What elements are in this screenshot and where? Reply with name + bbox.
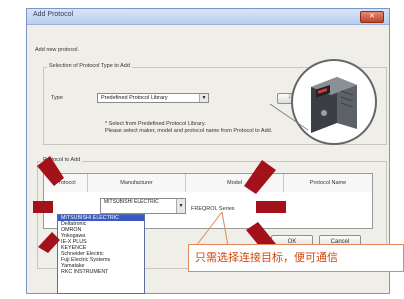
- arrow-top-right: [244, 160, 276, 194]
- arrow-bottom-left: [38, 232, 60, 253]
- arrow-left: [33, 201, 53, 213]
- callout-leader: [195, 211, 223, 247]
- callout-box: 只需选择连接目标，便可通信: [188, 244, 404, 272]
- arrow-right: [256, 201, 286, 213]
- callout-text: 只需选择连接目标，便可通信: [195, 251, 338, 264]
- arrow-top-left: [37, 156, 64, 186]
- callout-leader: [221, 211, 229, 247]
- magnifier-leader: [269, 103, 309, 131]
